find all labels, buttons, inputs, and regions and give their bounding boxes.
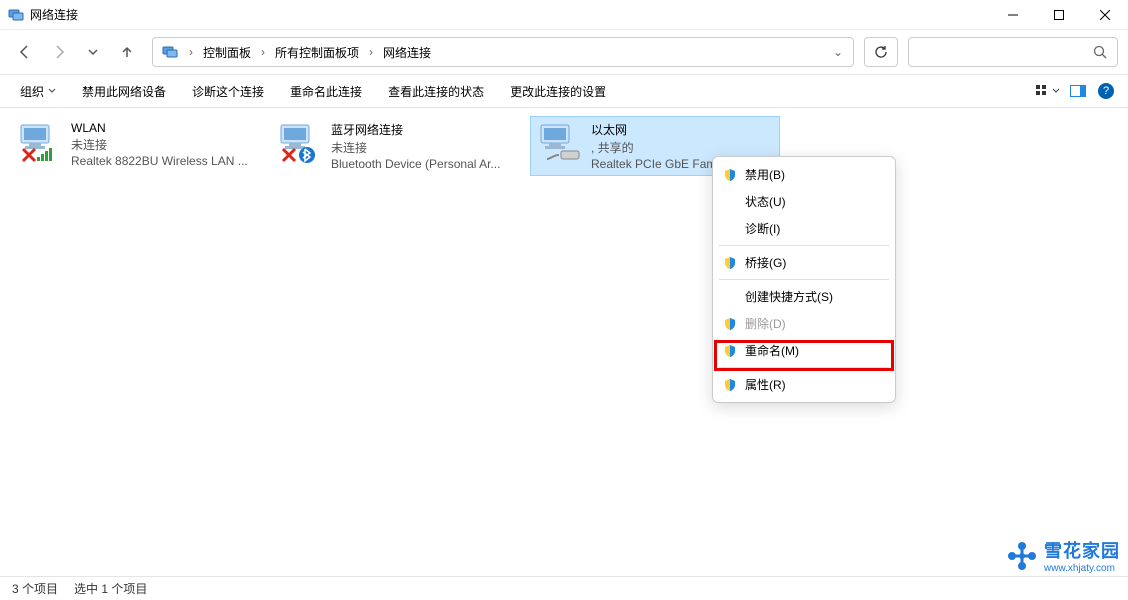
separator — [719, 367, 889, 368]
window-title: 网络连接 — [30, 6, 990, 23]
ctx-label: 禁用(B) — [745, 166, 785, 183]
bluetooth-icon — [275, 121, 323, 161]
recent-button[interactable] — [78, 37, 108, 67]
command-bar: 组织 禁用此网络设备 诊断这个连接 重命名此连接 查看此连接的状态 更改此连接的… — [0, 74, 1128, 108]
adapter-name: 以太网 — [591, 121, 732, 138]
ctx-label: 删除(D) — [745, 315, 786, 332]
back-button[interactable] — [10, 37, 40, 67]
view-status-button[interactable]: 查看此连接的状态 — [376, 79, 496, 104]
navigation-row: › 控制面板 › 所有控制面板项 › 网络连接 ⌄ — [0, 30, 1128, 74]
maximize-button[interactable] — [1036, 0, 1082, 30]
content-area: WLAN 未连接 Realtek 8822BU Wireless LAN ...… — [0, 108, 1128, 576]
adapter-name: 蓝牙网络连接 — [331, 121, 500, 138]
address-bar[interactable]: › 控制面板 › 所有控制面板项 › 网络连接 ⌄ — [152, 37, 854, 67]
shield-icon — [723, 168, 737, 182]
ethernet-icon — [535, 121, 583, 161]
adapter-name: WLAN — [71, 121, 248, 135]
adapter-device: Realtek 8822BU Wireless LAN ... — [71, 154, 248, 168]
adapter-status: 未连接 — [71, 136, 248, 153]
up-button[interactable] — [112, 37, 142, 67]
app-icon — [8, 7, 24, 23]
view-options-button[interactable] — [1034, 79, 1062, 103]
ctx-label: 属性(R) — [745, 376, 786, 393]
separator — [719, 245, 889, 246]
disable-device-button[interactable]: 禁用此网络设备 — [70, 79, 178, 104]
selected-count: 选中 1 个项目 — [74, 580, 147, 597]
help-button[interactable]: ? — [1098, 83, 1114, 99]
breadcrumb-item[interactable]: 所有控制面板项 — [271, 42, 363, 63]
organize-button[interactable]: 组织 — [8, 79, 68, 104]
location-icon — [161, 43, 179, 61]
adapter-device: Bluetooth Device (Personal Ar... — [331, 157, 500, 171]
shield-icon — [723, 344, 737, 358]
ctx-rename[interactable]: 重命名(M) — [715, 337, 893, 364]
search-input[interactable] — [908, 37, 1118, 67]
item-count: 3 个项目 — [12, 580, 58, 597]
wlan-icon — [15, 121, 63, 161]
adapter-device: Realtek PCIe GbE Famil... — [591, 157, 732, 171]
watermark-url: www.xhjaty.com — [1044, 563, 1120, 574]
chevron-right-icon[interactable]: › — [255, 45, 271, 59]
close-button[interactable] — [1082, 0, 1128, 30]
adapter-item-wlan[interactable]: WLAN 未连接 Realtek 8822BU Wireless LAN ... — [10, 116, 260, 176]
chevron-down-icon — [48, 87, 56, 95]
preview-pane-button[interactable] — [1064, 79, 1092, 103]
chevron-down-icon — [1052, 87, 1060, 95]
chevron-down-icon[interactable]: ⌄ — [827, 45, 849, 59]
shield-icon — [723, 256, 737, 270]
shield-icon — [723, 378, 737, 392]
watermark: 雪花家园 www.xhjaty.com — [1006, 537, 1120, 574]
chevron-right-icon[interactable]: › — [363, 45, 379, 59]
rename-button[interactable]: 重命名此连接 — [278, 79, 374, 104]
ctx-properties[interactable]: 属性(R) — [715, 371, 893, 398]
shield-icon — [723, 317, 737, 331]
minimize-button[interactable] — [990, 0, 1036, 30]
chevron-right-icon[interactable]: › — [183, 45, 199, 59]
breadcrumb-item[interactable]: 网络连接 — [379, 42, 435, 63]
ctx-label: 状态(U) — [745, 193, 786, 210]
ctx-label: 重命名(M) — [745, 342, 799, 359]
context-menu: 禁用(B) 状态(U) 诊断(I) 桥接(G) 创建快捷方式(S) 删除(D) … — [712, 156, 896, 403]
search-icon — [1093, 45, 1107, 59]
ctx-label: 创建快捷方式(S) — [745, 288, 833, 305]
diagnose-button[interactable]: 诊断这个连接 — [180, 79, 276, 104]
forward-button[interactable] — [44, 37, 74, 67]
ctx-delete: 删除(D) — [715, 310, 893, 337]
ctx-status[interactable]: 状态(U) — [715, 188, 893, 215]
title-bar: 网络连接 — [0, 0, 1128, 30]
watermark-title: 雪花家园 — [1044, 537, 1120, 563]
change-settings-button[interactable]: 更改此连接的设置 — [498, 79, 618, 104]
adapter-status: , 共享的 — [591, 139, 732, 156]
ctx-shortcut[interactable]: 创建快捷方式(S) — [715, 283, 893, 310]
adapter-list: WLAN 未连接 Realtek 8822BU Wireless LAN ...… — [10, 116, 1118, 176]
ctx-disable[interactable]: 禁用(B) — [715, 161, 893, 188]
status-bar: 3 个项目 选中 1 个项目 — [0, 576, 1128, 600]
breadcrumb-item[interactable]: 控制面板 — [199, 42, 255, 63]
ctx-label: 诊断(I) — [745, 220, 780, 237]
refresh-button[interactable] — [864, 37, 898, 67]
ctx-label: 桥接(G) — [745, 254, 786, 271]
ctx-diagnose[interactable]: 诊断(I) — [715, 215, 893, 242]
snowflake-icon — [1006, 540, 1038, 572]
adapter-status: 未连接 — [331, 139, 500, 156]
window-controls — [990, 0, 1128, 29]
adapter-item-bluetooth[interactable]: 蓝牙网络连接 未连接 Bluetooth Device (Personal Ar… — [270, 116, 520, 176]
ctx-bridge[interactable]: 桥接(G) — [715, 249, 893, 276]
separator — [719, 279, 889, 280]
